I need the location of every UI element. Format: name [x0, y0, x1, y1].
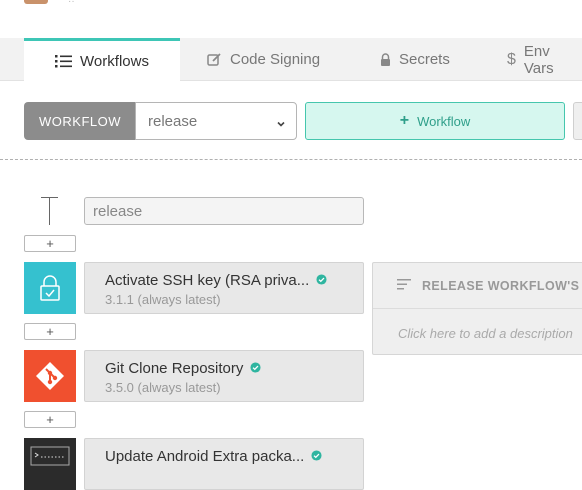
step-card-git-clone[interactable]: Git Clone Repository 3.5.0 (always lates…	[84, 350, 364, 402]
workflow-select-value: release	[148, 112, 198, 130]
tab-label: Code Signing	[230, 51, 321, 68]
add-workflow-button[interactable]: + Workflow	[305, 102, 565, 140]
step-card-ssh[interactable]: Activate SSH key (RSA priva... 3.1.1 (al…	[84, 262, 364, 314]
add-workflow-label: Workflow	[417, 113, 471, 129]
description-icon	[397, 277, 411, 295]
workflow-label: WORKFLOW	[24, 102, 136, 140]
tab-code-signing[interactable]: Code Signing	[207, 38, 320, 81]
trigger-marker-line	[49, 197, 50, 225]
add-step-button[interactable]: +	[24, 411, 76, 428]
panel-header: RELEASE WORKFLOW'S	[373, 263, 582, 309]
add-step-button[interactable]: +	[24, 323, 76, 340]
verified-check-icon	[316, 272, 327, 289]
divider	[0, 159, 582, 160]
tab-env-vars[interactable]: $ Env Vars	[507, 38, 582, 81]
workflow-name-field[interactable]: release	[84, 197, 364, 225]
workflow-menu-button[interactable]	[573, 102, 582, 140]
chevron-down-icon	[276, 116, 286, 133]
more-icon: ··	[68, 0, 75, 7]
tab-label: Env Vars	[523, 42, 554, 77]
plus-icon: +	[399, 112, 410, 129]
add-step-button[interactable]: +	[24, 235, 76, 252]
ssh-lock-icon[interactable]	[24, 262, 76, 314]
edit-icon	[207, 52, 222, 67]
terminal-icon[interactable]	[24, 438, 76, 490]
step-title: Git Clone Repository	[105, 360, 244, 377]
step-card-android-extra[interactable]: Update Android Extra packa...	[84, 438, 364, 490]
verified-check-icon	[311, 448, 322, 465]
step-version: 3.1.1 (always latest)	[105, 292, 221, 307]
tab-workflows[interactable]: Workflows	[24, 38, 180, 82]
app-avatar[interactable]	[24, 0, 48, 4]
lock-icon	[380, 52, 391, 67]
description-placeholder[interactable]: Click here to add a description	[398, 326, 573, 341]
tab-label: Workflows	[80, 53, 149, 70]
step-version: 3.5.0 (always latest)	[105, 380, 221, 395]
git-icon[interactable]	[24, 350, 76, 402]
verified-check-icon	[250, 360, 261, 377]
dollar-icon: $	[507, 50, 516, 68]
step-title: Activate SSH key (RSA priva...	[105, 272, 310, 289]
tab-label: Secrets	[399, 51, 450, 68]
step-title: Update Android Extra packa...	[105, 448, 305, 465]
workflow-description-panel: RELEASE WORKFLOW'S Click here to add a d…	[372, 262, 582, 355]
list-icon	[55, 55, 73, 68]
tab-secrets[interactable]: Secrets	[380, 38, 450, 81]
panel-title: RELEASE WORKFLOW'S	[422, 278, 580, 293]
workflow-select[interactable]: release	[135, 102, 297, 140]
